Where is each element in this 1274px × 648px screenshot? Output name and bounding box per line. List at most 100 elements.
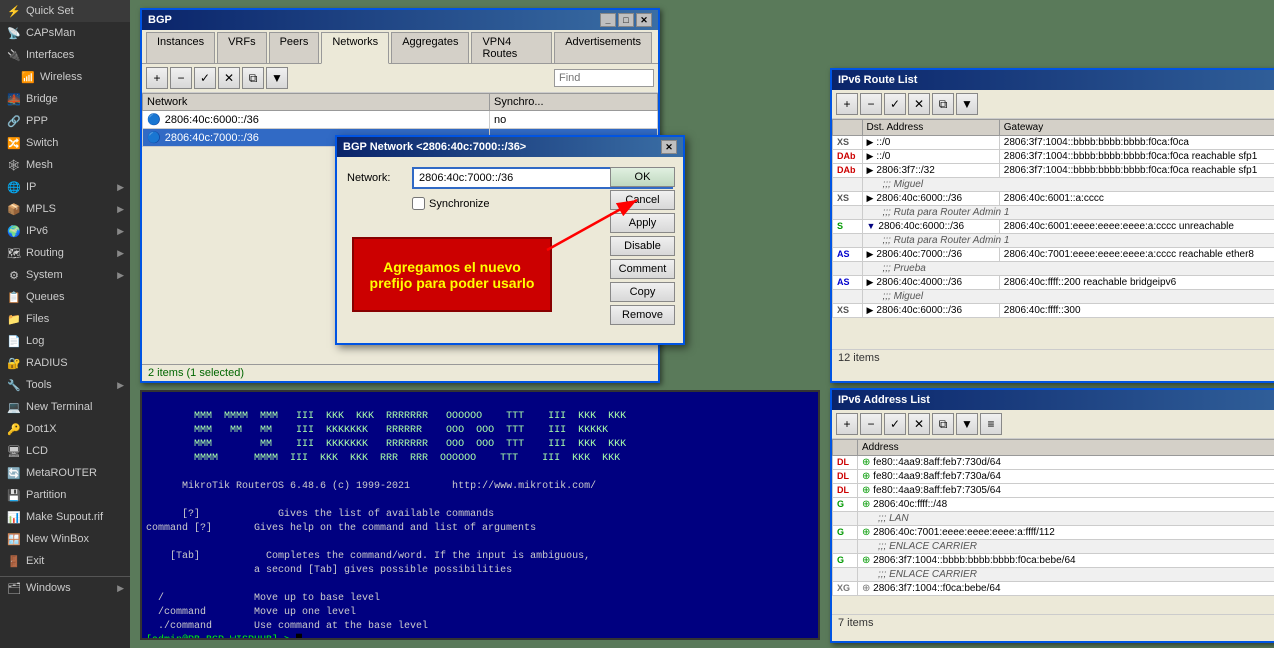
sidebar-item-ipv6[interactable]: 🌍 IPv6 ▶	[0, 220, 130, 242]
radius-icon: 🔐	[6, 355, 22, 371]
add-button[interactable]: +	[146, 67, 168, 89]
table-row[interactable]: 🔵2806:40c:6000::/36 no	[143, 111, 658, 129]
addr-remove-button[interactable]: −	[860, 413, 882, 435]
switch-icon: 🔀	[6, 135, 22, 151]
ipv6-disable-button[interactable]: ✕	[908, 93, 930, 115]
sidebar-item-dot1x[interactable]: 🔑 Dot1X	[0, 418, 130, 440]
bgp-minimize-button[interactable]: _	[600, 13, 616, 27]
sidebar-item-log[interactable]: 📄 Log	[0, 330, 130, 352]
sidebar-item-bridge[interactable]: 🌉 Bridge	[0, 88, 130, 110]
sidebar-item-new-terminal[interactable]: 💻 New Terminal	[0, 396, 130, 418]
flag-cell: DAb	[837, 165, 856, 175]
tab-advertisements[interactable]: Advertisements	[554, 32, 652, 63]
sidebar-item-make-supout[interactable]: 📊 Make Supout.rif	[0, 506, 130, 528]
addr-titlebar[interactable]: IPv6 Address List _ □ ✕	[832, 390, 1274, 410]
tab-vpn4routes[interactable]: VPN4 Routes	[471, 32, 552, 63]
filter-button[interactable]: ▼	[266, 67, 288, 89]
sidebar-item-ip[interactable]: 🌐 IP ▶	[0, 176, 130, 198]
table-row[interactable]: AS ▶2806:40c:7000::/36 2806:40c:7001:eee…	[833, 248, 1274, 262]
table-row[interactable]: G ⊕ 2806:3f7:1004::bbbb:bbbb:bbbb:f0ca:b…	[833, 554, 1274, 568]
table-row[interactable]: DAb ▶2806:3f7::/32 2806:3f7:1004::bbbb:b…	[833, 164, 1274, 178]
tab-instances[interactable]: Instances	[146, 32, 215, 63]
sidebar-item-partition[interactable]: 💾 Partition	[0, 484, 130, 506]
sidebar-item-label: Exit	[26, 555, 44, 567]
synchronize-checkbox[interactable]	[412, 197, 425, 210]
ipv6-copy-button[interactable]: ⧉	[932, 93, 954, 115]
sidebar-item-exit[interactable]: 🚪 Exit	[0, 550, 130, 572]
sidebar-item-tools[interactable]: 🔧 Tools ▶	[0, 374, 130, 396]
sidebar-item-mpls[interactable]: 📦 MPLS ▶	[0, 198, 130, 220]
sidebar-item-files[interactable]: 📁 Files	[0, 308, 130, 330]
sidebar-item-metarouter[interactable]: 🔄 MetaROUTER	[0, 462, 130, 484]
addr-disable-button[interactable]: ✕	[908, 413, 930, 435]
addr-copy-button[interactable]: ⧉	[932, 413, 954, 435]
table-row[interactable]: XS ▶2806:40c:6000::/36 2806:40c:ffff::30…	[833, 304, 1274, 318]
sidebar-item-routing[interactable]: 🗺 Routing ▶	[0, 242, 130, 264]
ipv6-add-button[interactable]: +	[836, 93, 858, 115]
sidebar-item-new-winbox[interactable]: 🪟 New WinBox	[0, 528, 130, 550]
tab-networks[interactable]: Networks	[321, 32, 389, 64]
sidebar-item-system[interactable]: ⚙ System ▶	[0, 264, 130, 286]
table-row[interactable]: XG ⊕ 2806:3f7:1004::f0ca:bebe/64	[833, 582, 1274, 596]
table-row[interactable]: XS ▶::/0 2806:3f7:1004::bbbb:bbbb:bbbb:f…	[833, 136, 1274, 150]
dialog-titlebar[interactable]: BGP Network <2806:40c:7000::/36> ✕	[337, 137, 683, 157]
bgp-find-input[interactable]	[554, 69, 654, 87]
ipv6-enable-button[interactable]: ✓	[884, 93, 906, 115]
sidebar-item-label: Make Supout.rif	[26, 511, 103, 523]
sidebar-item-switch[interactable]: 🔀 Switch	[0, 132, 130, 154]
table-row[interactable]: DL ⊕ fe80::4aa9:8aff:feb7:730d/64	[833, 456, 1274, 470]
col-gateway: Gateway	[999, 120, 1274, 136]
bgp-titlebar[interactable]: BGP _ □ ✕	[142, 10, 658, 30]
table-row[interactable]: DL ⊕ fe80::4aa9:8aff:feb7:7305/64	[833, 484, 1274, 498]
sidebar-item-radius[interactable]: 🔐 RADIUS	[0, 352, 130, 374]
copy-button[interactable]: Copy	[610, 282, 675, 302]
remove-button[interactable]: −	[170, 67, 192, 89]
bgp-close-button[interactable]: ✕	[636, 13, 652, 27]
ipv6-filter-button[interactable]: ▼	[956, 93, 978, 115]
addr-add-button[interactable]: +	[836, 413, 858, 435]
sidebar-item-ppp[interactable]: 🔗 PPP	[0, 110, 130, 132]
comment-cell: ;;; ENLACE CARRIER	[858, 540, 1274, 554]
bgp-maximize-button[interactable]: □	[618, 13, 634, 27]
cancel-button[interactable]: Cancel	[610, 190, 675, 210]
sidebar-item-quick-set[interactable]: ⚡ Quick Set	[0, 0, 130, 22]
quick-set-icon: ⚡	[6, 3, 22, 19]
table-row[interactable]: DAb ▶::/0 2806:3f7:1004::bbbb:bbbb:bbbb:…	[833, 150, 1274, 164]
tab-vrfs[interactable]: VRFs	[217, 32, 267, 63]
dialog-close-button[interactable]: ✕	[661, 140, 677, 154]
disable-button[interactable]: ✕	[218, 67, 240, 89]
ok-button[interactable]: OK	[610, 167, 675, 187]
apply-button[interactable]: Apply	[610, 213, 675, 233]
comment-button[interactable]: Comment	[610, 259, 675, 279]
sidebar-item-mesh[interactable]: 🕸 Mesh	[0, 154, 130, 176]
addr-cell: ⊕ fe80::4aa9:8aff:feb7:730a/64	[858, 470, 1274, 484]
sidebar-item-queues[interactable]: 📋 Queues	[0, 286, 130, 308]
sidebar-item-windows[interactable]: 🗂 Windows ▶	[0, 577, 130, 599]
sidebar-item-capsman[interactable]: 📡 CAPsMan	[0, 22, 130, 44]
windows-icon: 🗂	[6, 580, 22, 596]
tab-peers[interactable]: Peers	[269, 32, 320, 63]
addr-extra-button[interactable]: ≡	[980, 413, 1002, 435]
table-row[interactable]: S ▼2806:40c:6000::/36 2806:40c:6001:eeee…	[833, 220, 1274, 234]
addr-enable-button[interactable]: ✓	[884, 413, 906, 435]
sidebar-item-label: Wireless	[40, 71, 82, 83]
lcd-icon: 🖥	[6, 443, 22, 459]
ipv6-titlebar[interactable]: IPv6 Route List _ □ ✕	[832, 70, 1274, 90]
table-row[interactable]: XS ▶2806:40c:6000::/36 2806:40c:6001::a:…	[833, 192, 1274, 206]
table-row[interactable]: G ⊕ 2806:40c:7001:eeee:eeee:eeee:a:ffff/…	[833, 526, 1274, 540]
sidebar-item-interfaces[interactable]: 🔌 Interfaces	[0, 44, 130, 66]
table-row[interactable]: DL ⊕ fe80::4aa9:8aff:feb7:730a/64	[833, 470, 1274, 484]
disable-button[interactable]: Disable	[610, 236, 675, 256]
addr-filter-button[interactable]: ▼	[956, 413, 978, 435]
table-row[interactable]: G ⊕ 2806:40c:ffff::/48	[833, 498, 1274, 512]
terminal[interactable]: MMM MMMM MMM III KKK KKK RRRRRRR OOOOOO …	[140, 390, 820, 640]
copy-button[interactable]: ⧉	[242, 67, 264, 89]
comment-cell: ;;; Prueba	[862, 262, 1274, 276]
ipv6-remove-button[interactable]: −	[860, 93, 882, 115]
table-row[interactable]: AS ▶2806:40c:4000::/36 2806:40c:ffff::20…	[833, 276, 1274, 290]
tab-aggregates[interactable]: Aggregates	[391, 32, 469, 63]
remove-button[interactable]: Remove	[610, 305, 675, 325]
sidebar-item-wireless[interactable]: 📶 Wireless	[0, 66, 130, 88]
sidebar-item-lcd[interactable]: 🖥 LCD	[0, 440, 130, 462]
enable-button[interactable]: ✓	[194, 67, 216, 89]
